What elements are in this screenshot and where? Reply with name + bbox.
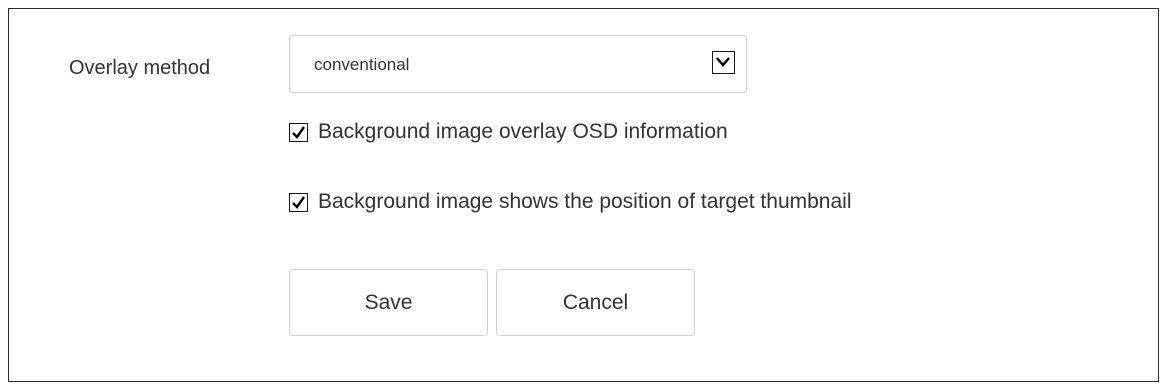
osd-overlay-label: Background image overlay OSD information: [318, 120, 728, 143]
cancel-button[interactable]: Cancel: [496, 269, 695, 336]
thumbnail-position-option[interactable]: Background image shows the position of t…: [289, 189, 851, 215]
checkmark-icon: [292, 125, 305, 139]
chevron-down-icon: [716, 57, 730, 67]
save-button[interactable]: Save: [289, 269, 488, 336]
overlay-method-value: conventional: [314, 55, 410, 74]
overlay-method-label: Overlay method: [69, 57, 211, 79]
thumbnail-position-label: Background image shows the position of t…: [318, 190, 852, 213]
dropdown-toggle[interactable]: [712, 51, 735, 74]
overlay-method-select[interactable]: conventional: [289, 35, 747, 93]
settings-panel: Overlay method conventional Background i…: [8, 8, 1159, 382]
osd-overlay-option[interactable]: Background image overlay OSD information: [289, 119, 728, 145]
osd-overlay-checkbox[interactable]: [289, 122, 308, 142]
checkmark-icon: [292, 195, 305, 209]
thumbnail-position-checkbox[interactable]: [289, 192, 308, 212]
